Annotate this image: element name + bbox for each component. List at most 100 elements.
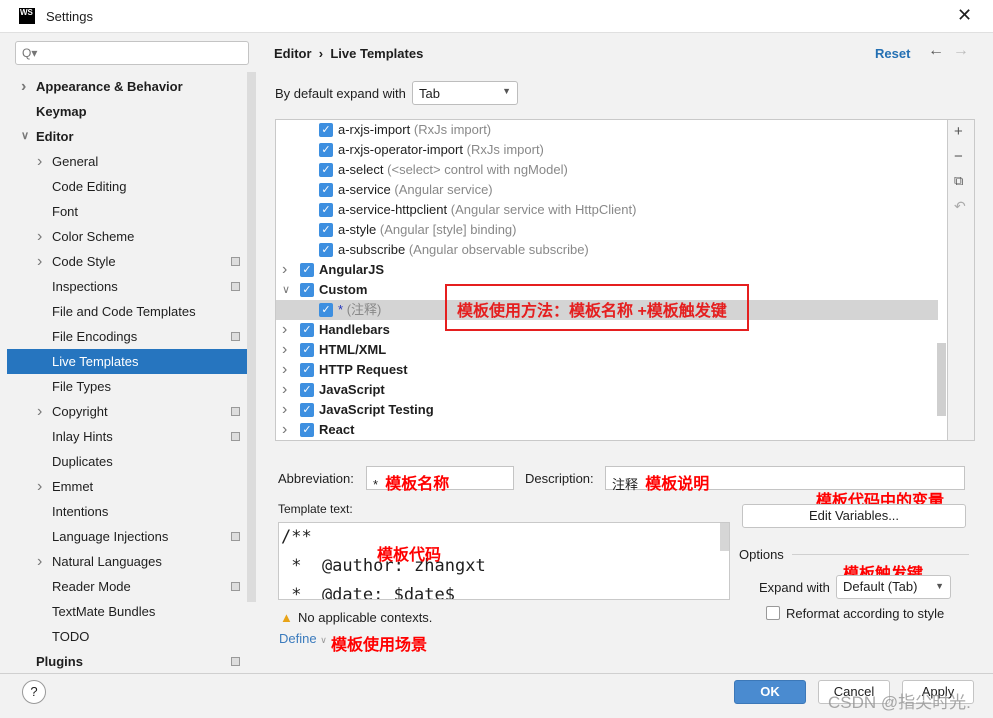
chevron-right-icon[interactable]: › [282, 380, 287, 400]
chevron-down-icon[interactable]: ∨ [21, 124, 29, 149]
sidebar-item-textmate-bundles[interactable]: TextMate Bundles [7, 599, 247, 624]
enabled-checkbox[interactable]: ✓ [300, 283, 314, 297]
sidebar-item-file-types[interactable]: File Types [7, 374, 247, 399]
back-arrow-icon[interactable]: ← [928, 42, 944, 59]
enabled-checkbox[interactable]: ✓ [319, 143, 333, 157]
template-group-row[interactable]: › ✓ AngularJS [276, 260, 938, 280]
chevron-right-icon[interactable]: › [37, 249, 42, 274]
sidebar-item-duplicates[interactable]: Duplicates [7, 449, 247, 474]
enabled-checkbox[interactable]: ✓ [319, 163, 333, 177]
template-row[interactable]: ✓ a-rxjs-import (RxJs import) [276, 120, 938, 140]
sidebar-item-language-injections[interactable]: Language Injections [7, 524, 247, 549]
sidebar-item-keymap[interactable]: Keymap [7, 99, 247, 124]
template-row[interactable]: ✓ a-select (<select> control with ngModel… [276, 160, 938, 180]
enabled-checkbox[interactable]: ✓ [300, 403, 314, 417]
enabled-checkbox[interactable]: ✓ [319, 203, 333, 217]
chevron-right-icon[interactable]: › [282, 340, 287, 360]
template-row[interactable]: ✓ a-style (Angular [style] binding) [276, 220, 938, 240]
project-settings-icon [231, 657, 240, 666]
row-label: a-service-httpclient (Angular service wi… [338, 200, 636, 220]
sidebar-item-live-templates[interactable]: Live Templates [7, 349, 247, 374]
template-name: JavaScript [319, 382, 385, 397]
search-input[interactable] [15, 41, 249, 65]
sidebar-item-emmet[interactable]: › Emmet [7, 474, 247, 499]
template-group-row[interactable]: › ✓ React [276, 420, 938, 440]
edit-variables-button[interactable]: Edit Variables... [742, 504, 966, 528]
help-button[interactable]: ? [22, 680, 46, 704]
enabled-checkbox[interactable]: ✓ [300, 343, 314, 357]
breadcrumb-editor[interactable]: Editor [274, 46, 312, 61]
enabled-checkbox[interactable]: ✓ [319, 123, 333, 137]
sidebar-scrollbar[interactable] [247, 72, 256, 602]
dropdown-arrow-icon: ▼ [502, 86, 511, 96]
enabled-checkbox[interactable]: ✓ [300, 263, 314, 277]
restore-icon[interactable]: ↶ [954, 198, 966, 215]
chevron-right-icon[interactable]: › [37, 224, 42, 249]
define-link[interactable]: Define ∨ [279, 631, 327, 646]
project-settings-icon [231, 332, 240, 341]
template-text-editor[interactable]: /** * @author: zhangxt * @date: $date$ [278, 522, 730, 600]
sidebar-item-copyright[interactable]: › Copyright [7, 399, 247, 424]
close-icon[interactable]: ✕ [957, 5, 972, 26]
chevron-down-icon[interactable]: ∨ [282, 280, 290, 300]
enabled-checkbox[interactable]: ✓ [319, 223, 333, 237]
chevron-right-icon[interactable]: › [37, 149, 42, 174]
chevron-right-icon[interactable]: › [282, 420, 287, 440]
enabled-checkbox[interactable]: ✓ [319, 303, 333, 317]
editor-scrollbar[interactable] [720, 523, 729, 551]
sidebar-item-font[interactable]: Font [7, 199, 247, 224]
tree-scrollbar[interactable] [937, 343, 946, 416]
chevron-right-icon[interactable]: › [282, 400, 287, 420]
chevron-right-icon[interactable]: › [21, 74, 26, 99]
enabled-checkbox[interactable]: ✓ [300, 323, 314, 337]
reformat-checkbox[interactable] [766, 606, 780, 620]
code-line: * @author: zhangxt [281, 556, 486, 576]
sidebar-item-intentions[interactable]: Intentions [7, 499, 247, 524]
sidebar-item-inspections[interactable]: Inspections [7, 274, 247, 299]
sidebar-item-color-scheme[interactable]: › Color Scheme [7, 224, 247, 249]
watermark: CSDN @指尖时光. [828, 693, 971, 712]
template-group-row[interactable]: › ✓ JavaScript Testing [276, 400, 938, 420]
sidebar-item-natural-languages[interactable]: › Natural Languages [7, 549, 247, 574]
default-expand-select[interactable]: Tab ▼ [412, 81, 518, 105]
chevron-right-icon[interactable]: › [37, 549, 42, 574]
template-row[interactable]: ✓ a-service-httpclient (Angular service w… [276, 200, 938, 220]
template-row[interactable]: ✓ a-subscribe (Angular observable subscri… [276, 240, 938, 260]
template-row[interactable]: ✓ a-service (Angular service) [276, 180, 938, 200]
template-group-row[interactable]: › ✓ JavaScript [276, 380, 938, 400]
expand-with-select[interactable]: Default (Tab) ▼ [836, 575, 951, 599]
enabled-checkbox[interactable]: ✓ [300, 363, 314, 377]
template-group-row[interactable]: › ✓ HTTP Request [276, 360, 938, 380]
ok-button[interactable]: OK [734, 680, 806, 704]
enabled-checkbox[interactable]: ✓ [319, 183, 333, 197]
reset-link[interactable]: Reset [875, 46, 910, 61]
sidebar-item-todo[interactable]: TODO [7, 624, 247, 649]
project-settings-icon [231, 407, 240, 416]
sidebar-item-inlay-hints[interactable]: Inlay Hints [7, 424, 247, 449]
remove-icon[interactable]: − [954, 148, 963, 165]
chevron-right-icon[interactable]: › [282, 260, 287, 280]
copy-icon[interactable]: ⧉ [954, 173, 963, 189]
chevron-right-icon[interactable]: › [282, 320, 287, 340]
sidebar-item-editor[interactable]: ∨ Editor [7, 124, 247, 149]
sidebar-item-general[interactable]: › General [7, 149, 247, 174]
sidebar-item-code-style[interactable]: › Code Style [7, 249, 247, 274]
enabled-checkbox[interactable]: ✓ [300, 383, 314, 397]
add-icon[interactable]: + [954, 123, 963, 140]
forward-arrow-icon[interactable]: → [953, 42, 969, 59]
enabled-checkbox[interactable]: ✓ [319, 243, 333, 257]
enabled-checkbox[interactable]: ✓ [300, 423, 314, 437]
template-group-row[interactable]: › ✓ HTML/XML [276, 340, 938, 360]
sidebar-item-plugins[interactable]: Plugins [7, 649, 247, 674]
template-description: (<select> control with ngModel) [387, 162, 568, 177]
sidebar-item-code-editing[interactable]: Code Editing [7, 174, 247, 199]
sidebar-item-appearance-behavior[interactable]: › Appearance & Behavior [7, 74, 247, 99]
chevron-right-icon[interactable]: › [282, 360, 287, 380]
sidebar-item-file-and-code-templates[interactable]: File and Code Templates [7, 299, 247, 324]
chevron-right-icon[interactable]: › [37, 399, 42, 424]
sidebar-item-file-encodings[interactable]: File Encodings [7, 324, 247, 349]
abbreviation-input[interactable]: * 模板名称 [366, 466, 514, 493]
chevron-right-icon[interactable]: › [37, 474, 42, 499]
template-row[interactable]: ✓ a-rxjs-operator-import (RxJs import) [276, 140, 938, 160]
sidebar-item-reader-mode[interactable]: Reader Mode [7, 574, 247, 599]
